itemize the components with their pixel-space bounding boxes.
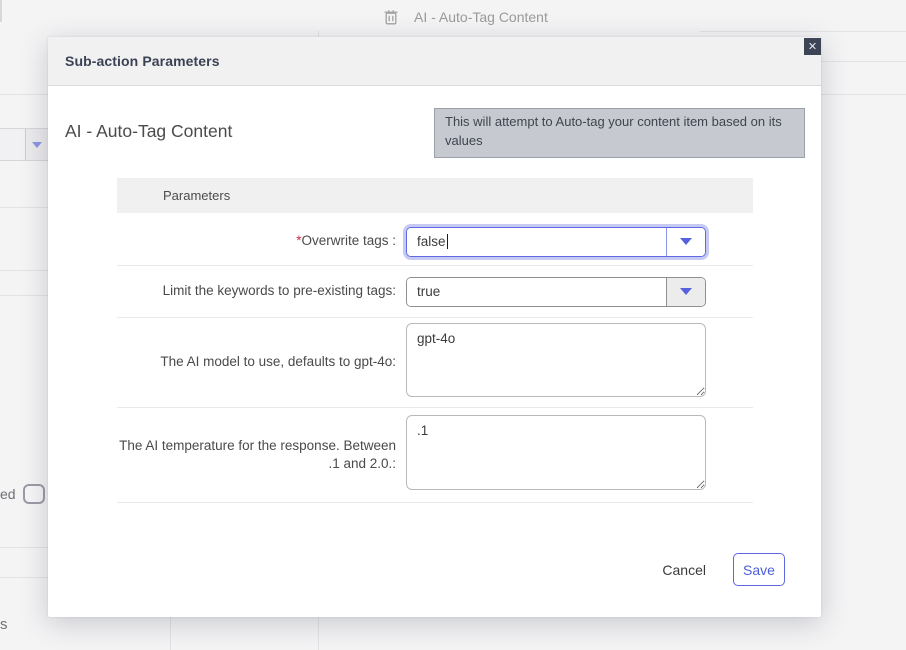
bg-action-list-item[interactable]: AI - Auto-Tag Content xyxy=(384,9,548,25)
field-row-limit-keywords: Limit the keywords to pre-existing tags:… xyxy=(117,266,753,318)
bg-cropped-combobox xyxy=(0,128,48,161)
limit-keywords-control: true xyxy=(406,277,706,307)
chevron-down-icon xyxy=(32,142,42,148)
bg-checkbox-row: ed xyxy=(0,484,45,504)
bg-row-divider xyxy=(0,295,48,296)
sub-action-parameters-dialog: Sub-action Parameters ✕ AI - Auto-Tag Co… xyxy=(48,37,821,617)
close-button[interactable]: ✕ xyxy=(804,38,821,55)
ai-model-label: The AI model to use, defaults to gpt-4o: xyxy=(117,353,396,371)
overwrite-tags-combobox[interactable]: false xyxy=(406,227,706,257)
parameters-section-header: Parameters xyxy=(117,178,753,213)
limit-keywords-label: Limit the keywords to pre-existing tags: xyxy=(117,282,396,300)
ai-temperature-label: The AI temperature for the response. Bet… xyxy=(117,437,396,473)
overwrite-tags-control: false xyxy=(406,227,706,257)
trash-icon[interactable] xyxy=(384,9,398,25)
bg-row-divider xyxy=(0,207,48,208)
bg-checkbox[interactable] xyxy=(23,484,45,504)
overwrite-tags-input[interactable]: false xyxy=(407,228,666,256)
chevron-down-icon xyxy=(680,288,692,295)
dialog-header: Sub-action Parameters xyxy=(48,37,821,86)
bg-corner-divider xyxy=(0,0,2,22)
ai-model-control: gpt-4o xyxy=(406,323,706,402)
parameters-form: *Overwrite tags : false Limit the keywor… xyxy=(117,218,753,503)
bg-row-divider xyxy=(700,31,906,32)
overwrite-tags-label: *Overwrite tags : xyxy=(117,232,396,250)
limit-keywords-value: true xyxy=(417,284,440,299)
ai-model-textarea[interactable]: gpt-4o xyxy=(406,323,706,397)
field-row-ai-model: The AI model to use, defaults to gpt-4o:… xyxy=(117,318,753,408)
limit-keywords-dropdown-button[interactable] xyxy=(666,278,705,306)
limit-keywords-combobox[interactable]: true xyxy=(406,277,706,307)
bg-row-divider xyxy=(0,577,48,578)
dialog-footer: Cancel Save xyxy=(48,553,785,586)
limit-keywords-input[interactable]: true xyxy=(407,278,666,306)
parameters-section-label: Parameters xyxy=(163,188,230,203)
action-heading: AI - Auto-Tag Content xyxy=(65,121,232,142)
field-row-ai-temperature: The AI temperature for the response. Bet… xyxy=(117,408,753,503)
overwrite-tags-value: false xyxy=(417,234,446,249)
bg-checkbox-label: ed xyxy=(0,486,16,502)
chevron-down-icon xyxy=(680,238,692,245)
field-row-overwrite-tags: *Overwrite tags : false xyxy=(117,218,753,266)
dialog-title: Sub-action Parameters xyxy=(65,53,220,69)
close-icon: ✕ xyxy=(808,40,817,53)
info-note: This will attempt to Auto-tag your conte… xyxy=(434,108,805,158)
bg-row-divider xyxy=(0,547,48,548)
bg-cropped-text: s xyxy=(0,616,8,633)
cancel-button[interactable]: Cancel xyxy=(662,562,706,578)
ai-temperature-control: .1 xyxy=(406,415,706,495)
save-button[interactable]: Save xyxy=(733,553,785,586)
ai-temperature-textarea[interactable]: .1 xyxy=(406,415,706,490)
text-caret xyxy=(447,234,448,249)
bg-row-divider xyxy=(0,270,48,271)
bg-action-label[interactable]: AI - Auto-Tag Content xyxy=(414,9,548,25)
overwrite-tags-dropdown-button[interactable] xyxy=(666,228,705,256)
